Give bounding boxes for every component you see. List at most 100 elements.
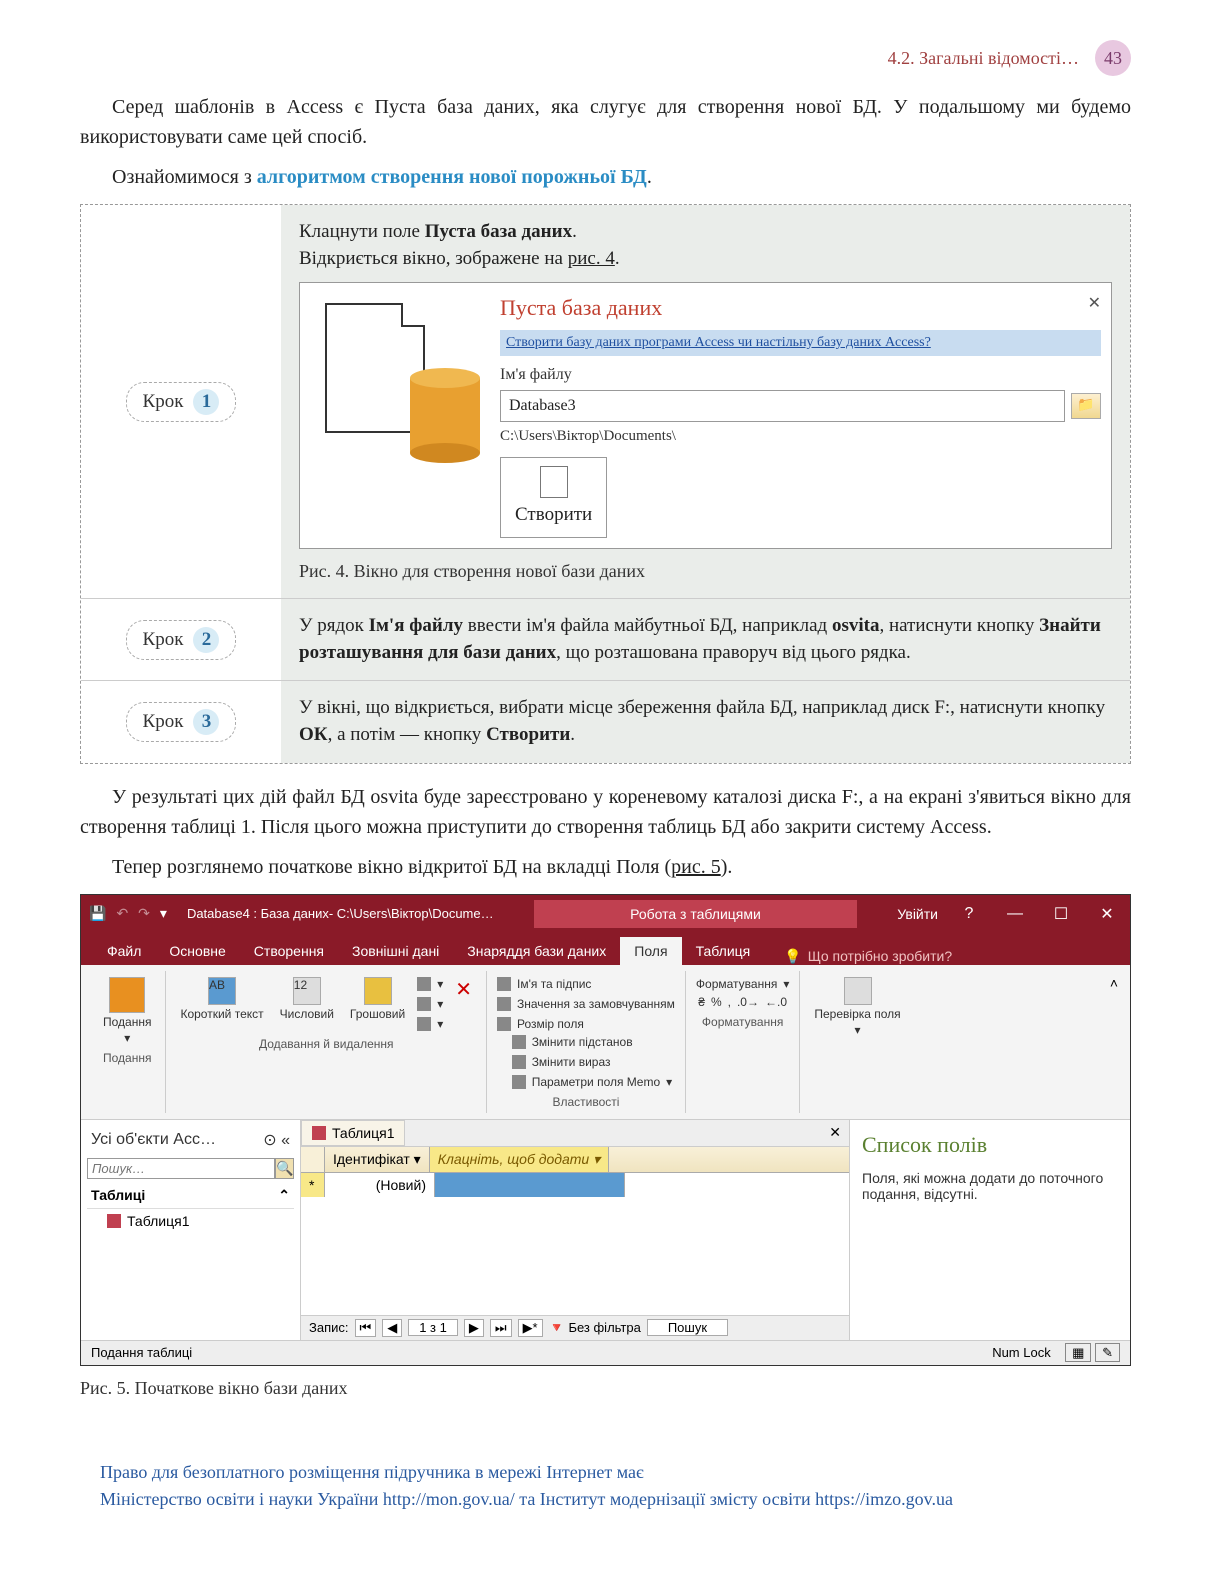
step-label-cell: Крок 1 [81,205,281,598]
database-cylinder-icon [410,368,480,463]
ds-close-icon[interactable]: ✕ [821,1120,849,1146]
tab-external[interactable]: Зовнішні дані [338,937,453,965]
tell-me-text: Що потрібно зробити? [808,948,952,964]
nav-item-table1[interactable]: Таблиця1 [87,1209,294,1233]
ribbon-group-formatting: Форматування▾ ₴ % , .0→ ←.0 Форматування [686,971,800,1113]
yesno-button[interactable]: ▾ [417,997,443,1011]
row-selector-header[interactable] [301,1147,325,1172]
tab-fields[interactable]: Поля [620,937,681,965]
footer-line2a: Міністерство освіти і науки України [100,1489,383,1509]
status-bar: Подання таблиці Num Lock ▦ ✎ [81,1340,1130,1365]
nav-pane-header[interactable]: Усі об'єкти Acc… ⊙ « [87,1126,294,1154]
default-icon [497,997,511,1011]
new-record-icon[interactable]: ▶* [518,1319,543,1337]
bulb-icon: 💡 [784,948,801,965]
modify-expr-button[interactable]: Змінити вираз [512,1055,611,1069]
filter-indicator[interactable]: 🔻 Без фільтра [549,1320,641,1336]
search-icon[interactable]: 🔍 [275,1158,294,1179]
tab-create[interactable]: Створення [240,937,338,965]
page-footer: Право для безоплатного розміщення підруч… [80,1459,1131,1513]
section-title: 4.2. Загальні відомості… [888,48,1079,69]
close-icon[interactable]: ✕ [1088,293,1101,324]
comma-format-icon[interactable]: , [728,995,731,1009]
datasheet-view-icon [109,977,145,1013]
filename-input[interactable]: Database3 [500,390,1065,422]
signin-link[interactable]: Увійти [897,906,938,922]
qat-dropdown-icon[interactable]: ▾ [160,905,167,922]
figure-5-caption: Рис. 5. Початкове вікно бази даних [80,1378,1131,1399]
step-word-2: Крок [143,629,184,651]
column-add-new[interactable]: Клацніть, щоб додати ▾ [430,1147,609,1172]
col1-label: Ідентифікат [333,1151,410,1167]
s3t1: У вікні, що відкриється, вибрати місце з… [299,697,1105,718]
filename-label: Ім'я файлу [500,364,1101,386]
create-button[interactable]: Створити [500,457,607,538]
browse-folder-button[interactable]: 📁 [1071,393,1101,419]
tag-icon [497,977,511,991]
save-icon[interactable]: 💾 [89,905,106,922]
datetime-button[interactable]: ▾ [417,977,443,991]
ds-tab-label: Таблиця1 [332,1125,394,1141]
datasheet-view-switch-icon[interactable]: ▦ [1065,1343,1091,1362]
modify-expr-label: Змінити вираз [532,1055,611,1069]
record-position: 1 з 1 [408,1319,458,1336]
percent-format-icon[interactable]: % [711,995,722,1009]
number-label: Числовий [280,1007,334,1021]
more-fields-button[interactable]: ▾ [417,1017,443,1031]
nav-group-tables[interactable]: Таблиці⌃ [87,1183,294,1209]
undo-icon[interactable]: ↶ [116,905,128,922]
design-view-switch-icon[interactable]: ✎ [1095,1343,1120,1362]
nav-search-input[interactable] [87,1158,275,1179]
delete-button[interactable]: ✕ [451,975,476,1004]
currency-format-icon[interactable]: ₴ [698,995,705,1009]
modify-lookup-button[interactable]: Змінити підстанов [512,1035,633,1049]
redo-icon[interactable]: ↷ [138,905,150,922]
last-record-icon[interactable]: ⏭ [490,1319,512,1337]
minimize-icon[interactable]: — [1000,905,1030,923]
tell-me-search[interactable]: 💡 Що потрібно зробити? [784,948,952,965]
number-button[interactable]: 12Числовий [276,975,338,1023]
new-row-marker[interactable]: * [301,1173,325,1197]
status-left: Подання таблиці [91,1345,192,1361]
first-record-icon[interactable]: ⏮ [355,1319,377,1337]
currency-button[interactable]: Грошовий [346,975,409,1023]
views-button[interactable]: Подання▾ [99,975,155,1047]
tab-tools[interactable]: Знаряддя бази даних [453,937,620,965]
s1-l1b: Пуста база даних [425,221,572,242]
group-collapse-icon: ⌃ [278,1187,290,1204]
step-num-2: 2 [193,627,219,653]
tab-home[interactable]: Основне [155,937,239,965]
column-id[interactable]: Ідентифікат ▾ [325,1147,430,1172]
datasheet-tab[interactable]: Таблиця1 [301,1120,405,1146]
decrease-decimal-icon[interactable]: ←.0 [765,995,787,1009]
field-size-label: Розмір поля [517,1017,584,1031]
help-icon[interactable]: ? [954,905,984,923]
collapse-ribbon-icon[interactable]: ˄ [1106,971,1122,1113]
prev-record-icon[interactable]: ◀ [382,1319,402,1337]
memo-params-button[interactable]: Параметри поля Memo▾ [512,1075,673,1089]
field-size-button[interactable]: Розмір поля [497,1017,584,1031]
s2t4: osvita [832,615,880,636]
increase-decimal-icon[interactable]: .0→ [737,995,759,1009]
new-row-id-cell[interactable]: (Новий) [325,1173,435,1197]
formatting-dropdown[interactable]: Форматування [696,977,777,991]
step-row-2: Крок 2 У рядок Ім'я файлу ввести ім'я фа… [81,599,1130,681]
footer-url1[interactable]: http://mon.gov.ua/ [383,1489,515,1509]
footer-url2[interactable]: https://imzo.gov.ua [815,1489,953,1509]
nav-dropdown-icon[interactable]: ⊙ [263,1132,276,1149]
maximize-icon[interactable]: ☐ [1046,904,1076,924]
memo-params-label: Параметри поля Memo [532,1075,660,1089]
tab-file[interactable]: Файл [93,937,155,965]
validation-button[interactable]: Перевірка поля▾ [810,975,904,1039]
new-row-add-cell[interactable] [435,1173,625,1197]
tab-table[interactable]: Таблиця [682,937,765,965]
short-text-button[interactable]: ABКороткий текст [176,975,267,1023]
name-caption-button[interactable]: Ім'я та підпис [497,977,591,991]
next-record-icon[interactable]: ▶ [464,1319,484,1337]
help-link[interactable]: Створити базу даних програми Access чи н… [500,330,1101,356]
nav-collapse-icon[interactable]: « [281,1132,290,1149]
close-window-icon[interactable]: ✕ [1092,904,1122,924]
record-search-input[interactable]: Пошук [647,1319,728,1336]
default-value-button[interactable]: Значення за замовчуванням [497,997,675,1011]
step-badge-2: Крок 2 [126,620,237,660]
